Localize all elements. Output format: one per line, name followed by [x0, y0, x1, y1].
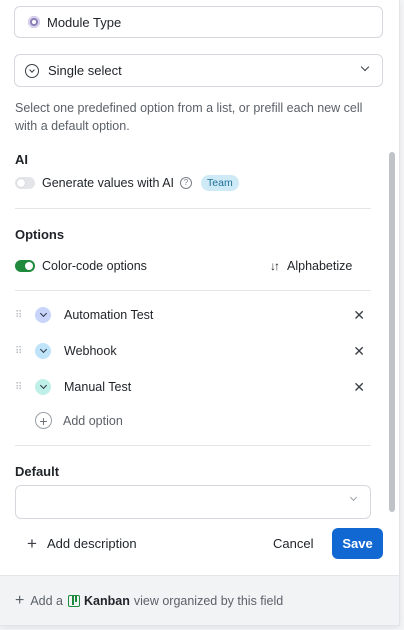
close-icon[interactable]: ✕ — [353, 307, 365, 324]
option-color-chevron-icon[interactable] — [35, 379, 51, 395]
option-item[interactable]: ⠿ Webhook ✕ — [15, 339, 371, 363]
default-value-select[interactable] — [15, 485, 371, 519]
gear-icon — [28, 16, 40, 28]
drag-handle-icon[interactable]: ⠿ — [15, 382, 23, 392]
option-item[interactable]: ⠿ Manual Test ✕ — [15, 375, 371, 399]
ai-row: Generate values with AI ? Team — [15, 175, 239, 191]
divider — [15, 445, 371, 446]
drag-handle-icon[interactable]: ⠿ — [15, 310, 23, 320]
chevron-down-icon — [349, 493, 358, 502]
save-button[interactable]: Save — [332, 528, 383, 559]
plus-icon: + — [27, 533, 37, 553]
add-option-button[interactable]: + Add option — [35, 412, 123, 429]
option-color-chevron-icon[interactable] — [35, 343, 51, 359]
ai-toggle[interactable] — [15, 177, 35, 189]
alphabetize-button[interactable]: ↓↑ Alphabetize — [270, 259, 352, 273]
scrollbar[interactable] — [389, 152, 395, 512]
default-section-title: Default — [15, 464, 60, 479]
add-option-label: Add option — [63, 413, 123, 428]
divider — [15, 208, 371, 209]
kanban-icon — [68, 595, 81, 607]
help-icon[interactable]: ? — [180, 177, 193, 189]
kanban-view-name: Kanban — [84, 594, 130, 608]
option-label: Manual Test — [64, 380, 132, 394]
option-item[interactable]: ⠿ Automation Test ✕ — [15, 303, 371, 327]
plus-icon: + — [35, 412, 52, 429]
options-section-title: Options — [15, 227, 65, 242]
field-name-text: Module Type — [47, 14, 122, 30]
color-code-row: Color-code options — [15, 259, 147, 273]
field-editor-panel: Module Type Single select Select one pre… — [0, 0, 400, 626]
color-code-toggle[interactable] — [15, 260, 35, 272]
option-label: Automation Test — [64, 308, 154, 322]
field-name-input[interactable]: Module Type — [14, 6, 383, 38]
plus-icon: + — [15, 592, 25, 609]
drag-handle-icon[interactable]: ⠿ — [15, 346, 23, 356]
ai-toggle-label: Generate values with AI — [42, 176, 175, 190]
sort-icon: ↓↑ — [270, 259, 280, 273]
alphabetize-label: Alphabetize — [287, 259, 353, 273]
add-view-prefix: Add a — [30, 594, 64, 608]
close-icon[interactable]: ✕ — [353, 343, 365, 360]
chevron-down-icon — [360, 62, 370, 72]
field-type-value: Single select — [48, 63, 122, 78]
add-view-bar[interactable]: + Add a Kanban view organized by this fi… — [0, 575, 399, 625]
add-description-button[interactable]: + Add description — [27, 533, 137, 553]
team-badge: Team — [201, 175, 239, 191]
add-description-label: Add description — [46, 536, 137, 551]
add-view-suffix: view organized by this field — [133, 594, 284, 608]
close-icon[interactable]: ✕ — [353, 379, 365, 396]
footer-actions: + Add description Cancel Save — [0, 520, 399, 575]
divider — [15, 290, 371, 291]
option-color-chevron-icon[interactable] — [35, 307, 51, 323]
option-label: Webhook — [64, 344, 117, 358]
color-code-label: Color-code options — [42, 259, 147, 273]
field-type-description: Select one predefined option from a list… — [15, 101, 363, 133]
cancel-button[interactable]: Cancel — [273, 536, 313, 551]
ai-section-title: AI — [15, 152, 28, 167]
field-type-select[interactable]: Single select — [14, 54, 383, 87]
chevron-circle-icon — [25, 63, 39, 78]
